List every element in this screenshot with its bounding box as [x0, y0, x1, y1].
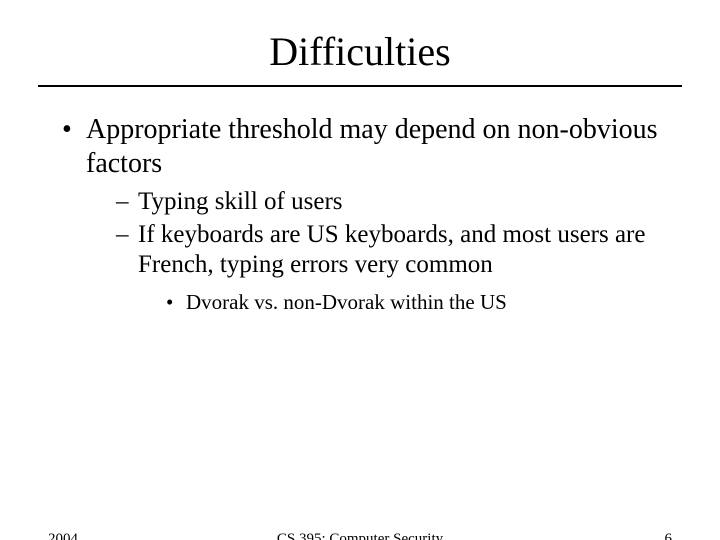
bullet-list-level1: Appropriate threshold may depend on non-…	[62, 113, 670, 315]
bullet-text: Appropriate threshold may depend on non-…	[86, 114, 658, 179]
footer-page-number: 6	[665, 531, 673, 540]
footer-course: CS 395: Computer Security	[48, 531, 672, 540]
slide-body: Appropriate threshold may depend on non-…	[62, 113, 670, 315]
bullet-list-level3: Dvorak vs. non-Dvorak within the US	[166, 289, 670, 315]
bullet-level2-item: If keyboards are US keyboards, and most …	[116, 220, 670, 315]
bullet-list-level2: Typing skill of users If keyboards are U…	[116, 187, 670, 315]
bullet-text: Dvorak vs. non-Dvorak within the US	[186, 290, 507, 314]
bullet-level1-item: Appropriate threshold may depend on non-…	[62, 113, 670, 315]
title-underline	[38, 85, 682, 87]
slide-title: Difficulties	[0, 28, 720, 75]
slide: Difficulties Appropriate threshold may d…	[0, 28, 720, 540]
bullet-text: If keyboards are US keyboards, and most …	[138, 221, 645, 279]
bullet-level3-item: Dvorak vs. non-Dvorak within the US	[166, 289, 670, 315]
footer-year: 2004	[48, 531, 78, 540]
bullet-text: Typing skill of users	[138, 188, 343, 215]
bullet-level2-item: Typing skill of users	[116, 187, 670, 218]
slide-footer: 2004 CS 395: Computer Security 6	[0, 531, 720, 540]
